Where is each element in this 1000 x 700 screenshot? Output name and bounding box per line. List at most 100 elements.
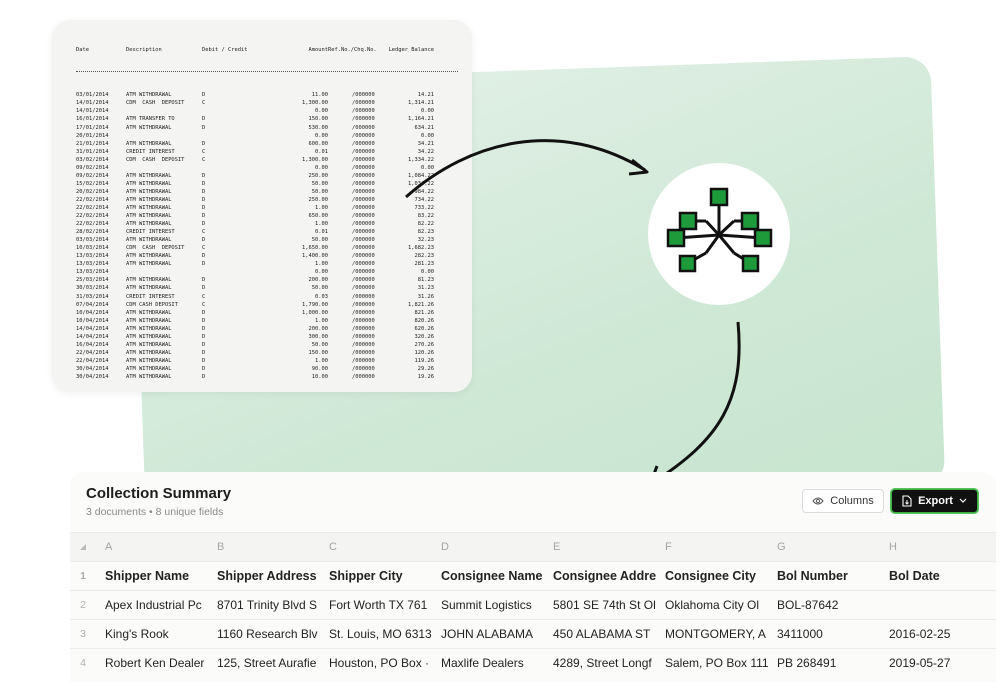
select-all-corner[interactable]: [70, 544, 96, 550]
columns-button[interactable]: Columns: [802, 489, 884, 513]
ledger-spacer: [328, 204, 344, 212]
column-header[interactable]: Shipper City: [320, 569, 432, 583]
ledger-spacer: [328, 212, 344, 220]
table-row[interactable]: 2 Apex Industrial Pc 8701 Trinity Blvd S Fo…: [70, 590, 996, 619]
table-cell[interactable]: 8701 Trinity Blvd S: [208, 598, 320, 612]
column-letter[interactable]: G: [768, 541, 880, 553]
ledger-cell: 14/04/2014: [76, 325, 109, 332]
row-number: 3: [80, 628, 86, 640]
ledger-spacer: [328, 365, 344, 373]
ledger-row: 13/03/2014 0.00/000000 0.00: [76, 268, 458, 276]
ledger-cell: 10/04/2014: [76, 309, 109, 316]
table-cell[interactable]: Maxlife Dealers: [432, 656, 544, 670]
ledger-spacer: [328, 301, 344, 309]
ledger-cell: ATM WITHDRAWAL: [126, 253, 172, 260]
ledger-cell: 34.21: [417, 140, 434, 147]
table-cell[interactable]: St. Louis, MO 6313: [320, 627, 432, 641]
ledger-cell: ATM WITHDRAWAL: [126, 180, 172, 187]
table-cell[interactable]: JOHN ALABAMA: [432, 627, 544, 641]
table-cell[interactable]: BOL-87642: [768, 598, 880, 612]
table-cell[interactable]: Summit Logistics: [432, 598, 544, 612]
ledger-cell: ATM WITHDRAWAL: [126, 204, 172, 211]
ledger-cell: 1,400.00: [302, 253, 328, 260]
ledger-cell: 120.26: [414, 349, 434, 356]
ledger-cell: 31/03/2014: [76, 293, 109, 300]
table-cell[interactable]: 125, Street Aurafie: [208, 656, 320, 670]
column-header[interactable]: Shipper Name: [96, 569, 208, 583]
ledger-row: 22/04/2014 ATM WITHDRAWAL D 150.00/000000 12…: [76, 349, 458, 357]
ledger-cell: ATM WITHDRAWAL: [126, 349, 172, 356]
ledger-cell: C: [202, 229, 206, 236]
panel-subtitle: 3 documents • 8 unique fields: [86, 506, 224, 518]
ledger-row: 22/02/2014 ATM WITHDRAWAL D 250.00/000000 73…: [76, 196, 458, 204]
ledger-cell: ATM WITHDRAWAL: [126, 124, 172, 131]
ledger-cell: D: [202, 213, 206, 220]
ledger-row: 20/02/2014 ATM WITHDRAWAL D 50.00/000000 984…: [76, 188, 458, 196]
column-letter[interactable]: B: [208, 541, 320, 553]
ledger-cell: /000000: [352, 156, 375, 163]
table-cell[interactable]: 5801 SE 74th St Ol: [544, 598, 656, 612]
ledger-spacer: [328, 341, 344, 349]
column-header[interactable]: Bol Date: [880, 569, 996, 583]
ledger-spacer: [328, 140, 344, 148]
ledger-table: Date Description Debit / Credit Amount Ref.N…: [76, 30, 458, 392]
ledger-cell: 20/02/2014: [76, 188, 109, 195]
ledger-cell: 0.00: [315, 132, 328, 139]
column-letter[interactable]: A: [96, 541, 208, 553]
column-letter-row: ABCDEFGH: [70, 532, 996, 561]
table-cell[interactable]: 3411000: [768, 627, 880, 641]
column-letter[interactable]: F: [656, 541, 768, 553]
table-cell[interactable]: 1160 Research Blv: [208, 627, 320, 641]
table-cell[interactable]: Oklahoma City Ol: [656, 598, 768, 612]
column-header[interactable]: Consignee Addre: [544, 569, 656, 583]
column-header[interactable]: Consignee City: [656, 569, 768, 583]
ledger-header-cell: Ledger Balance: [388, 47, 434, 54]
ledger-cell: D: [202, 172, 206, 179]
file-export-icon: [902, 495, 912, 507]
ledger-row: 03/01/2014 ATM WITHDRAWAL D 11.00/000000 14.…: [76, 91, 458, 99]
column-letter[interactable]: C: [320, 541, 432, 553]
table-cell[interactable]: Salem, PO Box 111: [656, 656, 768, 670]
ledger-cell: [202, 132, 290, 140]
ledger-cell: 0.00: [421, 108, 434, 115]
table-cell[interactable]: PB 268491: [768, 656, 880, 670]
ledger-cell: ATM WITHDRAWAL: [126, 309, 172, 316]
table-cell[interactable]: 4289, Street Longf: [544, 656, 656, 670]
table-cell[interactable]: King's Rook: [96, 627, 208, 641]
table-cell[interactable]: 450 ALABAMA ST: [544, 627, 656, 641]
ledger-cell: 0.00: [421, 164, 434, 171]
table-row[interactable]: 3 King's Rook 1160 Research Blv St. Louis, …: [70, 619, 996, 648]
table-cell[interactable]: Fort Worth TX 761: [320, 598, 432, 612]
ledger-cell: 19.26: [417, 373, 434, 380]
ledger-spacer: [328, 317, 344, 325]
table-cell[interactable]: 2019-05-27: [880, 656, 996, 670]
ledger-cell: 15/02/2014: [76, 180, 109, 187]
data-hub-icon: [648, 163, 790, 305]
column-letter[interactable]: D: [432, 541, 544, 553]
ledger-cell: /000000: [352, 124, 375, 131]
column-header[interactable]: Consignee Name: [432, 569, 544, 583]
column-header[interactable]: Shipper Address: [208, 569, 320, 583]
table-cell[interactable]: MONTGOMERY, A: [656, 627, 768, 641]
ledger-row: 22/02/2014 ATM WITHDRAWAL D 650.00/000000 83…: [76, 212, 458, 220]
ledger-cell: D: [202, 285, 206, 292]
ledger-cell: D: [202, 237, 206, 244]
ledger-spacer: [328, 196, 344, 204]
table-row[interactable]: 4 Robert Ken Dealer 125, Street Aurafie Hou…: [70, 648, 996, 677]
table-cell[interactable]: Apex Industrial Pc: [96, 598, 208, 612]
ledger-cell: CDM CASH DEPOSIT: [126, 245, 185, 252]
ledger-cell: 30/04/2014: [76, 373, 109, 380]
export-button[interactable]: Export: [891, 489, 978, 513]
column-header[interactable]: Bol Number: [768, 569, 880, 583]
summary-grid: ABCDEFGH 1 Shipper Name Shipper Address Sh…: [70, 532, 996, 677]
ledger-cell: 1.00: [315, 317, 328, 324]
ledger-cell: 14.21: [417, 92, 434, 99]
ledger-cell: 1.00: [315, 261, 328, 268]
ledger-cell: 0.00: [421, 269, 434, 276]
table-cell[interactable]: Robert Ken Dealer: [96, 656, 208, 670]
table-cell[interactable]: Houston, PO Box ·: [320, 656, 432, 670]
ledger-cell: 1,000.00: [302, 309, 328, 316]
column-letter[interactable]: E: [544, 541, 656, 553]
column-letter[interactable]: H: [880, 541, 996, 553]
table-cell[interactable]: 2016-02-25: [880, 627, 996, 641]
